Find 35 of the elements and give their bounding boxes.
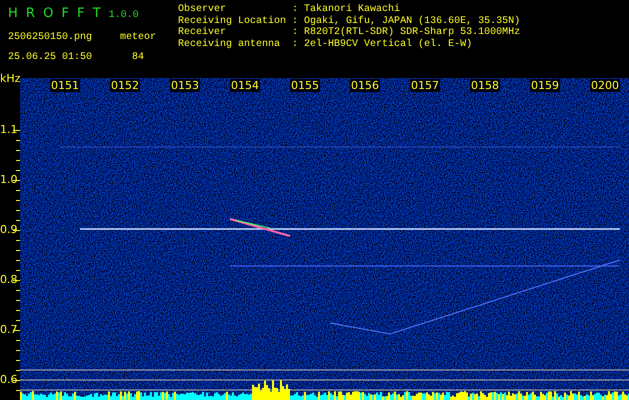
app-version: 1.0.0 <box>108 10 139 21</box>
frequency-label: 0.9 <box>0 224 18 236</box>
time-label: 0152 <box>110 79 140 92</box>
file-name: 2506250150.png <box>8 32 94 42</box>
info-label: Receiver <box>178 27 228 38</box>
info-separator: : <box>292 27 298 38</box>
frequency-label: 0.6 <box>0 374 18 386</box>
info-separator: : <box>292 38 298 50</box>
info-separator: : <box>292 4 298 16</box>
frequency-label: 0.8 <box>0 274 18 286</box>
axis-unit: kHz <box>0 72 20 85</box>
time-label: 0159 <box>530 79 560 92</box>
time-label: 0156 <box>350 79 380 92</box>
time-label: 0154 <box>230 79 260 92</box>
info-value: 2el-HB9CV Vertical (el. E-W) <box>304 38 474 50</box>
time-label: 0151 <box>50 79 80 92</box>
info-value: Ogaki, Gifu, JAPAN (136.60E, 35.35N) <box>304 16 520 27</box>
frequency-label: 1.1 <box>0 124 18 136</box>
counter-label: meteor <box>118 32 157 42</box>
info-separator: : <box>292 16 298 27</box>
time-label: 0157 <box>410 79 440 92</box>
time-label: 0153 <box>170 79 200 92</box>
date-time: 25.06.25 01:50 <box>8 52 94 62</box>
info-value: R820T2(RTL-SDR) SDR-Sharp 53.1000MHz <box>304 27 520 38</box>
info-label: Receiving Location <box>178 16 286 27</box>
info-label: Receiving antenna <box>178 38 282 50</box>
counter-value: 84 <box>130 52 145 62</box>
frequency-label: 0.7 <box>0 324 18 336</box>
time-label: 0200 <box>590 79 620 92</box>
app-title: H R O F F T <box>8 6 101 21</box>
info-value: Takanori Kawachi <box>304 4 402 16</box>
info-label: Observer <box>178 4 228 16</box>
time-label: 0155 <box>290 79 320 92</box>
time-label: 0158 <box>470 79 500 92</box>
frequency-label: 1.0 <box>0 174 18 186</box>
